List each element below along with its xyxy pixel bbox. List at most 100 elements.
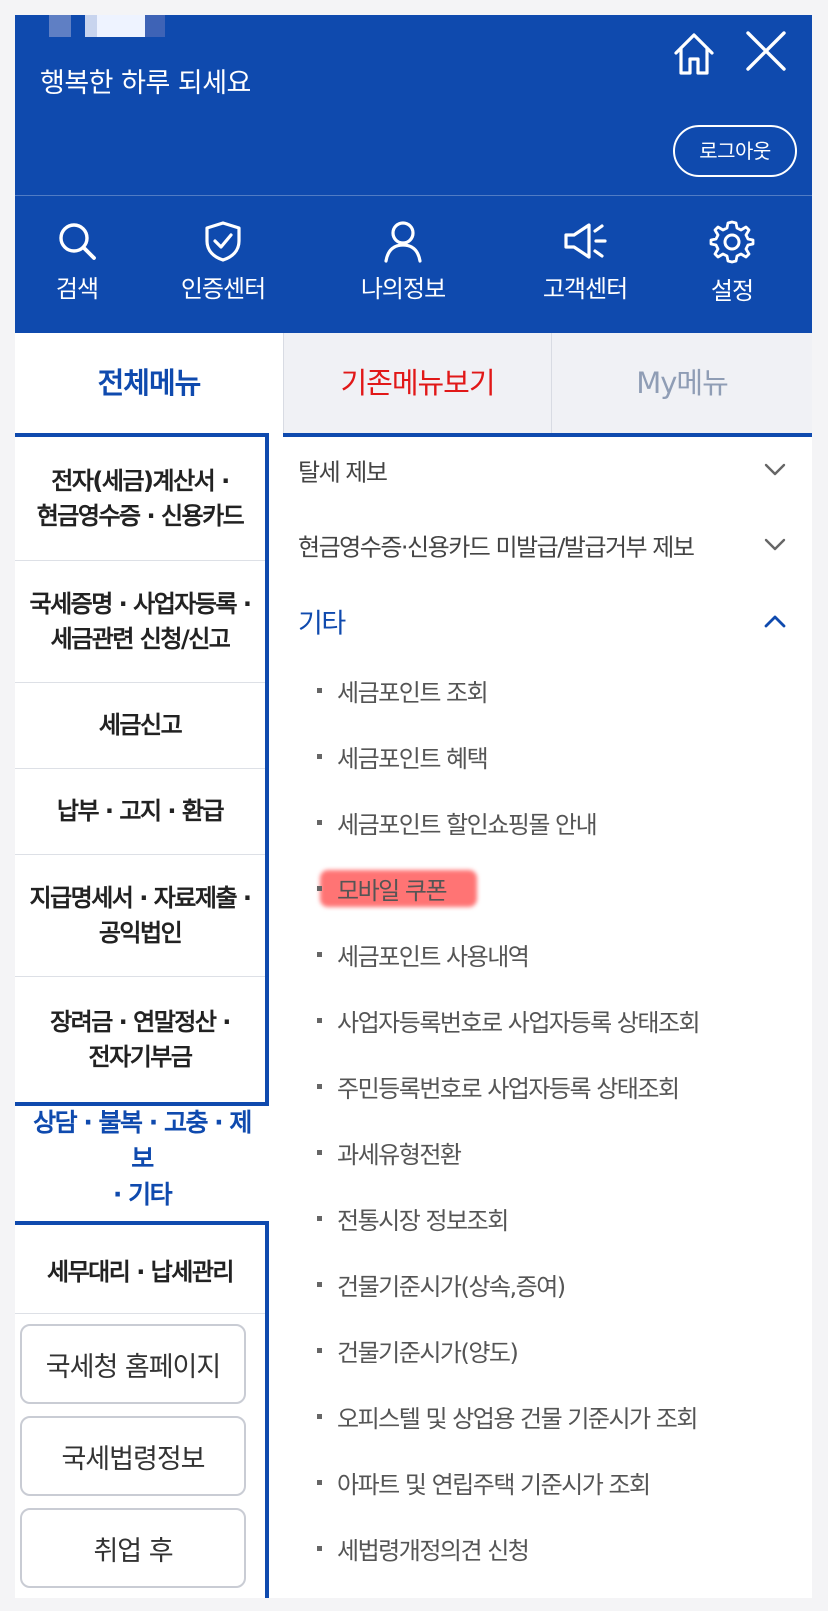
section-label: 기타 bbox=[298, 608, 346, 640]
tax-law-info-button[interactable]: 국세법령정보 bbox=[20, 1416, 246, 1496]
sub-item-label: 세금포인트 조회 bbox=[337, 678, 489, 707]
sub-item-label: 사업자등록번호로 사업자등록 상태조회 bbox=[337, 1008, 701, 1037]
menu-tabs: 전체메뉴 기존메뉴보기 My메뉴 bbox=[15, 333, 812, 437]
left-item-label: 지급명세서 · 자료제출 · bbox=[29, 883, 252, 912]
quick-settings-label: 설정 bbox=[710, 277, 754, 305]
tab-all-menu[interactable]: 전체메뉴 bbox=[15, 333, 283, 433]
home-icon bbox=[674, 33, 714, 75]
quick-search-button[interactable]: 검색 bbox=[17, 205, 137, 315]
section-tax-evasion-report[interactable]: 탈세 제보 bbox=[298, 440, 798, 500]
left-item-tax-certificate[interactable]: 국세증명 · 사업자등록 · 세금관련 신청/신고 bbox=[15, 561, 265, 683]
sub-item-tax-point-benefits[interactable]: 세금포인트 혜택 bbox=[315, 733, 489, 779]
bullet-icon bbox=[317, 1545, 322, 1551]
sub-item-label: 모바일 쿠폰 bbox=[337, 876, 448, 905]
bullet-icon bbox=[317, 819, 322, 825]
sub-item-label: 세법령개정의견 신청 bbox=[337, 1536, 530, 1565]
left-category-menu: 전자(세금)계산서 · 현금영수증 · 신용카드 국세증명 · 사업자등록 · 세금… bbox=[15, 433, 269, 1106]
menu-screen: 행복한 하루 되세요 로그아웃 검색 인증센터 나의정보 고객센터 설정 전체메… bbox=[15, 15, 812, 1598]
sub-item-business-status-by-brn[interactable]: 사업자등록번호로 사업자등록 상태조회 bbox=[315, 997, 701, 1043]
sub-item-building-price-transfer[interactable]: 건물기준시가(양도) bbox=[315, 1327, 519, 1373]
left-item-payment[interactable]: 납부 · 고지 · 환급 bbox=[15, 769, 265, 855]
chevron-down-icon bbox=[764, 463, 786, 476]
sub-item-label: 세금포인트 사용내역 bbox=[337, 942, 530, 971]
sub-item-label: 전통시장 정보조회 bbox=[337, 1206, 509, 1235]
tab-my-menu[interactable]: My메뉴 bbox=[551, 333, 812, 433]
sub-item-apartment-price[interactable]: 아파트 및 연립주택 기준시가 조회 bbox=[315, 1459, 651, 1505]
sub-item-mobile-coupon[interactable]: 모바일 쿠폰 bbox=[315, 865, 477, 911]
bullet-icon bbox=[317, 1017, 322, 1023]
quick-my-info-label: 나의정보 bbox=[360, 275, 446, 303]
left-item-label: 공익법인 bbox=[98, 918, 183, 947]
sub-item-label: 세금포인트 할인쇼핑몰 안내 bbox=[337, 810, 598, 839]
quick-customer-center-button[interactable]: 고객센터 bbox=[525, 205, 645, 315]
left-item-label: 세금관련 신청/신고 bbox=[50, 624, 231, 653]
left-item-consultation-active[interactable]: 상담 · 불복 · 고충 · 제보 · 기타 bbox=[15, 1103, 269, 1215]
left-item-label: 장려금 · 연말정산 · bbox=[50, 1007, 231, 1036]
quick-search-label: 검색 bbox=[55, 275, 99, 303]
close-button[interactable] bbox=[740, 25, 792, 77]
sub-item-tax-point-inquiry[interactable]: 세금포인트 조회 bbox=[315, 667, 489, 713]
left-item-tax-return[interactable]: 세금신고 bbox=[15, 683, 265, 769]
megaphone-icon bbox=[564, 223, 607, 259]
bullet-icon bbox=[317, 1215, 322, 1221]
quick-settings-button[interactable]: 설정 bbox=[672, 205, 792, 315]
home-button[interactable] bbox=[668, 27, 720, 79]
left-item-label: 현금영수증 · 신용카드 bbox=[36, 501, 245, 530]
sub-item-officetel-price[interactable]: 오피스텔 및 상업용 건물 기준시가 조회 bbox=[315, 1393, 698, 1439]
gear-icon bbox=[709, 220, 755, 264]
left-item-label: · 기타 bbox=[112, 1180, 173, 1209]
sub-item-label: 건물기준시가(상속,증여) bbox=[337, 1272, 566, 1301]
tabs-underline bbox=[283, 433, 812, 437]
sub-item-tax-law-opinion[interactable]: 세법령개정의견 신청 bbox=[315, 1525, 530, 1571]
chevron-up-icon bbox=[764, 615, 786, 628]
section-receipt-refusal-report[interactable]: 현금영수증·신용카드 미발급/발급거부 제보 bbox=[298, 515, 798, 575]
bullet-icon bbox=[317, 1281, 322, 1287]
sub-item-label: 과세유형전환 bbox=[337, 1140, 462, 1169]
bullet-icon bbox=[317, 1083, 322, 1089]
after-employment-button[interactable]: 취업 후 bbox=[20, 1508, 246, 1588]
bullet-icon bbox=[317, 1149, 322, 1155]
greeting-text: 행복한 하루 되세요 bbox=[40, 68, 251, 99]
sub-item-label: 건물기준시가(양도) bbox=[337, 1338, 519, 1367]
shield-check-icon bbox=[205, 221, 241, 262]
quick-my-info-button[interactable]: 나의정보 bbox=[343, 205, 463, 315]
section-etc[interactable]: 기타 bbox=[298, 591, 798, 651]
left-bottom-menu: 세무대리 · 납세관리 국세청 홈페이지 국세법령정보 취업 후 bbox=[15, 1221, 269, 1598]
logout-button[interactable]: 로그아웃 bbox=[673, 125, 797, 177]
sub-item-label: 아파트 및 연립주택 기준시가 조회 bbox=[337, 1470, 651, 1499]
left-item-label: 납부 · 고지 · 환급 bbox=[56, 797, 225, 825]
left-item-label: 세금신고 bbox=[98, 711, 183, 739]
tab-classic-menu[interactable]: 기존메뉴보기 bbox=[283, 333, 551, 433]
left-item-label: 전자(세금)계산서 · bbox=[51, 466, 230, 495]
sub-item-tax-point-usage[interactable]: 세금포인트 사용내역 bbox=[315, 931, 530, 977]
left-item-label: 국세증명 · 사업자등록 · bbox=[29, 589, 252, 618]
sub-item-business-status-by-rrn[interactable]: 주민등록번호로 사업자등록 상태조회 bbox=[315, 1063, 680, 1109]
bullet-icon bbox=[317, 885, 322, 891]
sub-item-tax-point-shopping-mall[interactable]: 세금포인트 할인쇼핑몰 안내 bbox=[315, 799, 598, 845]
left-item-incentive[interactable]: 장려금 · 연말정산 · 전자기부금 bbox=[15, 977, 265, 1102]
close-icon bbox=[746, 31, 786, 71]
nts-homepage-button[interactable]: 국세청 홈페이지 bbox=[20, 1324, 246, 1404]
left-item-label: 전자기부금 bbox=[88, 1042, 193, 1071]
section-label: 탈세 제보 bbox=[298, 458, 388, 487]
quick-auth-center-button[interactable]: 인증센터 bbox=[163, 205, 283, 315]
search-icon bbox=[59, 223, 96, 260]
sub-item-building-price-inheritance[interactable]: 건물기준시가(상속,증여) bbox=[315, 1261, 566, 1307]
quick-customer-center-label: 고객센터 bbox=[542, 275, 628, 303]
left-item-e-invoice[interactable]: 전자(세금)계산서 · 현금영수증 · 신용카드 bbox=[15, 437, 265, 561]
bullet-icon bbox=[317, 951, 322, 957]
left-item-payment-statement[interactable]: 지급명세서 · 자료제출 · 공익법인 bbox=[15, 855, 265, 977]
bullet-icon bbox=[317, 1413, 322, 1419]
chevron-down-icon bbox=[764, 538, 786, 551]
bullet-icon bbox=[317, 753, 322, 759]
header: 행복한 하루 되세요 로그아웃 검색 인증센터 나의정보 고객센터 설정 bbox=[15, 15, 812, 333]
sub-item-tax-type-conversion[interactable]: 과세유형전환 bbox=[315, 1129, 462, 1175]
left-item-label: 상담 · 불복 · 고충 · 제보 bbox=[33, 1108, 252, 1173]
sub-item-traditional-market[interactable]: 전통시장 정보조회 bbox=[315, 1195, 509, 1241]
header-divider bbox=[15, 195, 812, 196]
user-icon bbox=[384, 221, 422, 263]
left-item-tax-agent[interactable]: 세무대리 · 납세관리 bbox=[15, 1225, 265, 1314]
quick-auth-center-label: 인증센터 bbox=[180, 275, 266, 303]
bullet-icon bbox=[317, 1347, 322, 1353]
sub-item-label: 세금포인트 혜택 bbox=[337, 744, 489, 773]
